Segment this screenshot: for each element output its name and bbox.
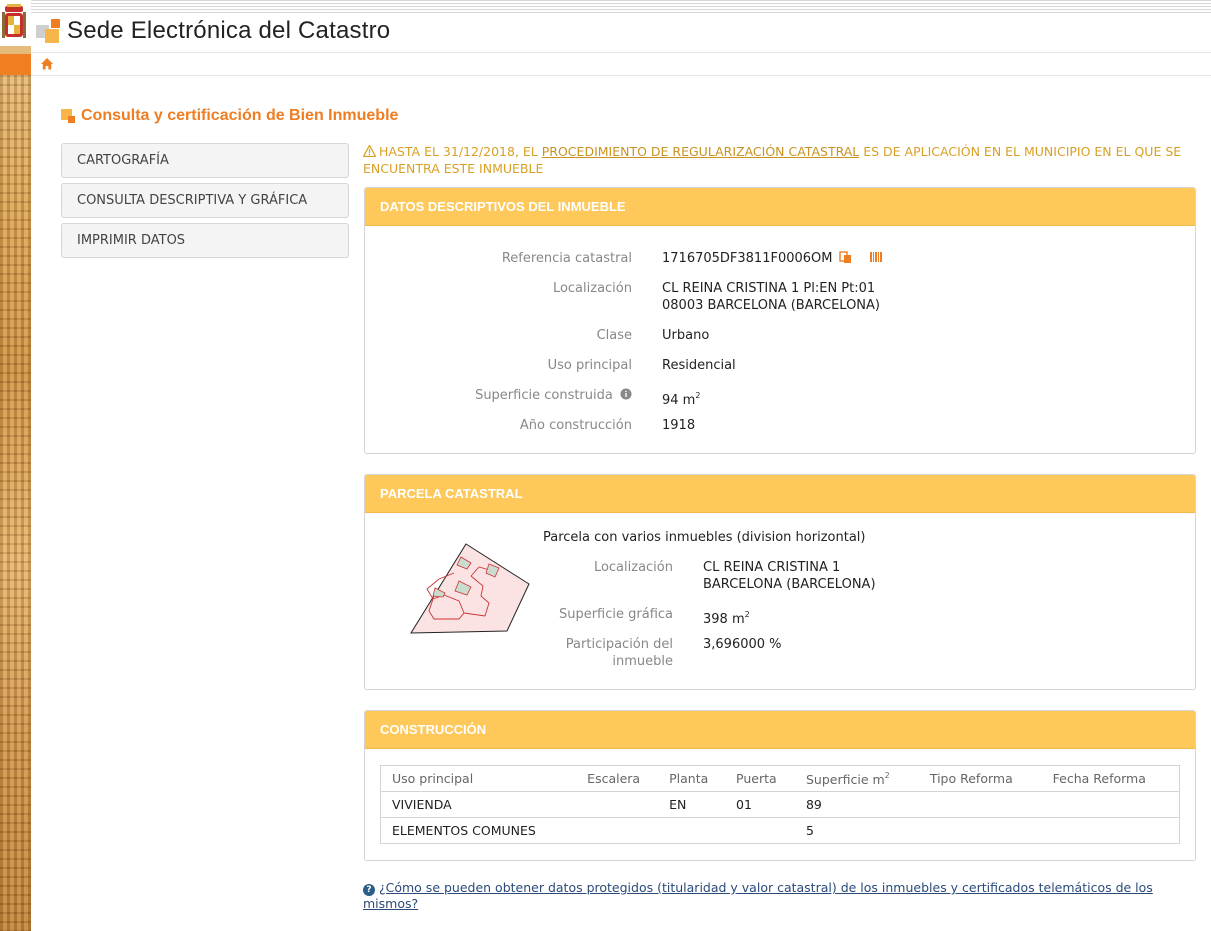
parcela-sup-exponent: 2 [744,610,750,619]
ref-value: 1716705DF3811F0006OM [662,250,883,267]
parcela-panel-title: PARCELA CATASTRAL [365,475,1195,513]
table-cell [918,817,1042,844]
home-icon[interactable] [40,57,54,71]
table-cell: 89 [794,791,919,818]
copy-icon[interactable] [838,251,853,264]
parcela-desc: Parcela con varios inmuebles (division h… [543,530,866,545]
table-cell [576,817,659,844]
participacion-label-2: inmueble [612,654,673,669]
menu-cartografia-button[interactable]: CARTOGRAFÍA [61,143,349,178]
ref-label: Referencia catastral [501,251,632,266]
menu-imprimir-button[interactable]: IMPRIMIR DATOS [61,223,349,258]
datos-panel-title: DATOS DESCRIPTIVOS DEL INMUEBLE [365,188,1195,226]
anio-label: Año construcción [519,418,632,433]
parcela-sup-value: 398 m2 [703,606,750,628]
col-superficie: Superficie m2 [794,765,919,792]
superficie-exponent: 2 [695,391,701,400]
parcel-map[interactable] [409,541,539,641]
construccion-panel: CONSTRUCCIÓN Uso principal Escalera Plan… [364,710,1196,861]
parcela-loc-line-1: CL REINA CRISTINA 1 [703,560,841,575]
superficie-value-text: 94 m [662,393,696,408]
loc-line-2: 08003 BARCELONA (BARCELONA) [662,298,880,313]
superficie-label-text: Superficie construida [475,388,613,403]
help-section: ? ¿Cómo se pueden obtener datos protegido… [363,880,1211,911]
uso-value: Residencial [662,358,736,373]
barcode-icon[interactable] [869,251,883,264]
ref-value-text: 1716705DF3811F0006OM [662,251,833,266]
table-cell: VIVIENDA [380,791,577,818]
table-row: ELEMENTOS COMUNES 5 [380,817,1180,844]
loc-label: Localización [552,281,632,296]
construccion-panel-title: CONSTRUCCIÓN [365,711,1195,749]
table-cell [576,791,659,818]
datos-panel: DATOS DESCRIPTIVOS DEL INMUEBLE Referenc… [364,187,1196,454]
coat-of-arms-icon [2,4,26,38]
header-stripes [31,0,1211,14]
table-row: VIVIENDA EN 01 89 [380,791,1180,818]
info-icon[interactable] [620,388,632,400]
table-cell: ELEMENTOS COMUNES [380,817,577,844]
site-title[interactable]: Sede Electrónica del Catastro [67,17,390,45]
table-cell: EN [658,791,726,818]
orange-tab [0,54,31,75]
clase-value: Urbano [662,328,710,343]
col-fecha-reforma: Fecha Reforma [1041,765,1180,792]
superficie-value: 94 m2 [662,387,700,409]
left-decorative-strip [0,0,31,931]
page-heading: Consulta y certificación de Bien Inmuebl… [61,105,398,127]
protected-data-link[interactable]: ¿Cómo se pueden obtener datos protegidos… [363,880,1153,911]
table-cell: 01 [725,791,795,818]
clase-label: Clase [596,328,632,343]
parcela-loc-label: Localización [593,560,673,575]
parcela-loc-line-2: BARCELONA (BARCELONA) [703,577,876,592]
parcela-sup-label: Superficie gráfica [558,607,673,622]
breadcrumb [31,52,1211,76]
col-tipo-reforma: Tipo Reforma [918,765,1042,792]
help-icon: ? [363,884,375,896]
construccion-table: Uso principal Escalera Planta Puerta Sup… [380,765,1180,844]
col-superficie-exponent: 2 [884,770,890,780]
superficie-label: Superficie construida [365,387,632,404]
warning-prefix: HASTA EL 31/12/2018, EL [379,144,542,159]
heading-icon [61,109,75,123]
catastro-logo[interactable] [36,19,61,45]
table-header-row: Uso principal Escalera Planta Puerta Sup… [380,765,1180,792]
loc-line-1: CL REINA CRISTINA 1 Pl:EN Pt:01 [662,281,876,296]
col-puerta: Puerta [725,765,795,792]
menu-consulta-button[interactable]: CONSULTA DESCRIPTIVA Y GRÁFICA [61,183,349,218]
table-cell [1041,817,1180,844]
header: Sede Electrónica del Catastro [31,0,1211,52]
regularization-link[interactable]: PROCEDIMIENTO DE REGULARIZACIÓN CATASTRA… [542,144,860,159]
regularization-warning: HASTA EL 31/12/2018, EL PROCEDIMIENTO DE… [363,143,1198,177]
table-cell [918,791,1042,818]
warning-icon [363,145,376,157]
parcela-sup-text: 398 m [703,612,745,627]
table-cell [1041,791,1180,818]
table-cell [658,817,726,844]
parcela-panel: PARCELA CATASTRAL Parcela con varios inm… [364,474,1196,690]
participacion-label-1: Participación del [565,637,673,652]
col-uso-principal: Uso principal [380,765,577,792]
table-cell: 5 [794,817,919,844]
anio-value: 1918 [662,418,696,433]
col-escalera: Escalera [576,765,659,792]
coat-of-arms-area [0,0,31,46]
page-title: Consulta y certificación de Bien Inmuebl… [81,107,399,124]
col-planta: Planta [658,765,726,792]
participacion-value: 3,696000 % [703,637,782,652]
col-superficie-text: Superficie m [805,771,885,787]
table-cell [725,817,795,844]
city-image [0,75,31,931]
uso-label: Uso principal [547,358,632,373]
